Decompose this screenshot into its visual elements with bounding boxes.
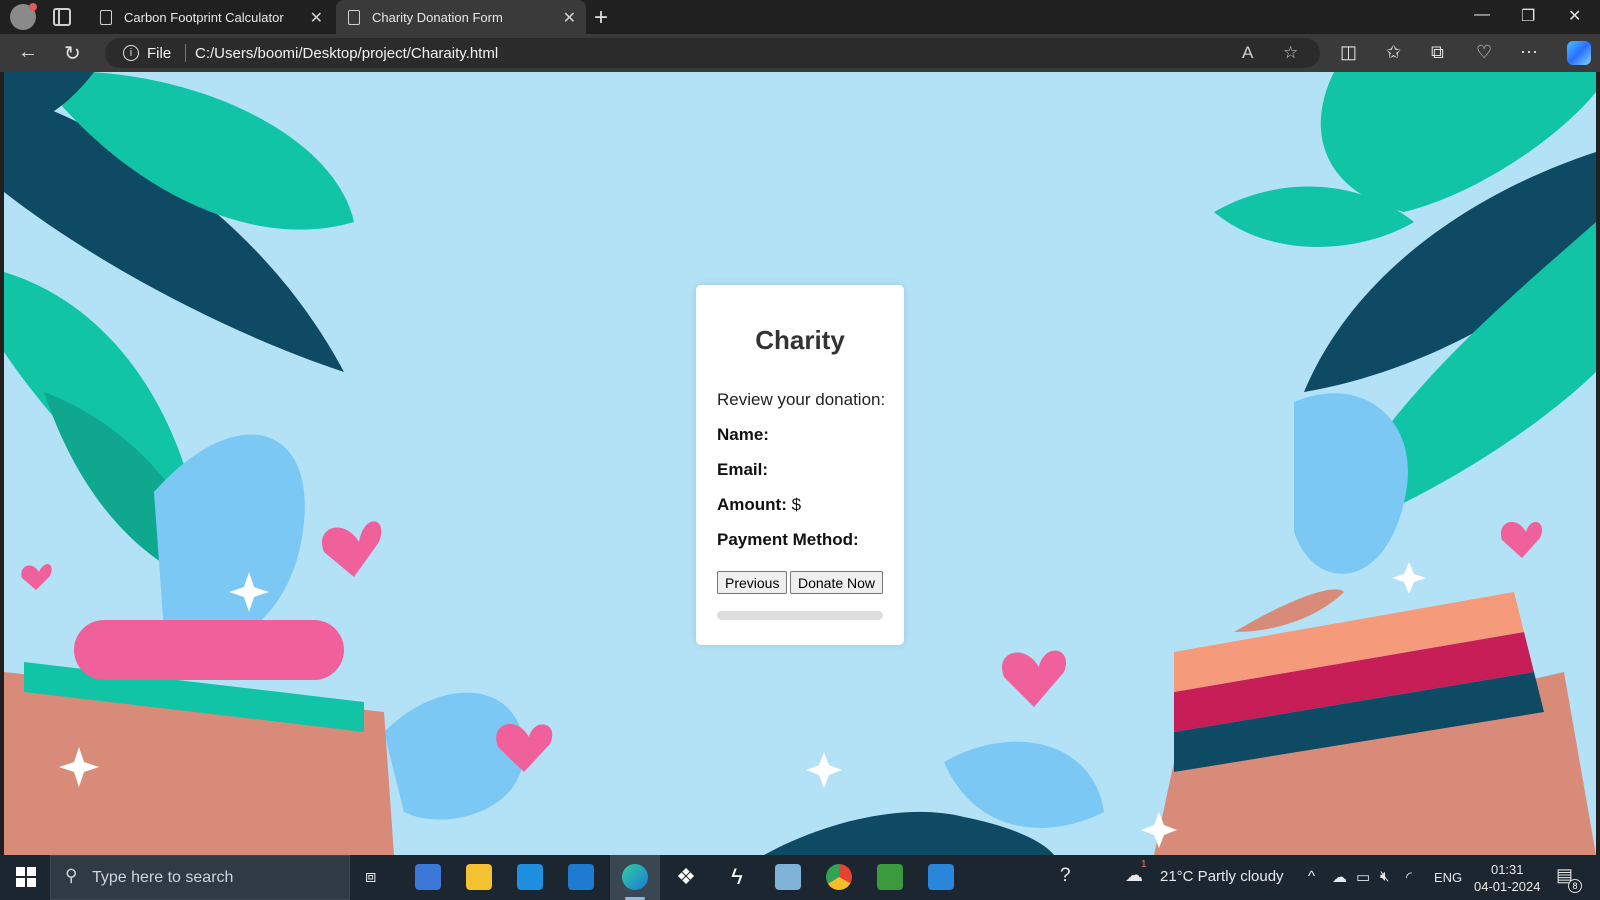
- task-view-icon[interactable]: ⧈: [365, 866, 376, 887]
- battery-icon[interactable]: ▭: [1356, 868, 1370, 886]
- close-window-icon[interactable]: ✕: [1568, 6, 1581, 26]
- weather-badge: 1: [1141, 859, 1147, 870]
- url-text[interactable]: C:/Users/boomi/Desktop/project/Charaity.…: [195, 45, 498, 62]
- mail-icon[interactable]: [517, 864, 543, 890]
- microsoft-store-icon[interactable]: [415, 864, 441, 890]
- app-cube-icon[interactable]: [877, 864, 903, 890]
- address-bar[interactable]: i File C:/Users/boomi/Desktop/project/Ch…: [105, 38, 1320, 68]
- edge-browser-icon[interactable]: [622, 864, 648, 890]
- collections-icon[interactable]: ⧉: [1431, 42, 1444, 63]
- browser-toolbar: ← ↻ i File C:/Users/boomi/Desktop/projec…: [0, 34, 1600, 72]
- weather-text[interactable]: 21°C Partly cloudy: [1160, 868, 1284, 885]
- chrome-icon[interactable]: [826, 864, 852, 890]
- donate-now-button[interactable]: Donate Now: [790, 571, 884, 594]
- file-explorer-icon[interactable]: [466, 864, 492, 890]
- payment-method-label: Payment Method:: [717, 530, 859, 549]
- read-aloud-icon[interactable]: A: [1242, 43, 1253, 63]
- browser-essentials-icon[interactable]: ♡: [1476, 42, 1492, 63]
- amount-row: Amount: $: [717, 495, 801, 515]
- wifi-icon[interactable]: ◜: [1406, 868, 1412, 886]
- payment-method-row: Payment Method:: [717, 530, 859, 550]
- search-placeholder: Type here to search: [92, 869, 234, 886]
- amount-value: $: [791, 495, 802, 514]
- donation-review-card: Charity Review your donation: Name: Emai…: [696, 285, 904, 645]
- new-tab-icon[interactable]: +: [594, 4, 608, 32]
- vscode-icon[interactable]: [568, 864, 594, 890]
- tab-charity-donation[interactable]: Charity Donation Form ✕: [336, 0, 586, 34]
- name-label: Name:: [717, 425, 769, 444]
- tab-carbon-footprint[interactable]: Carbon Footprint Calculator ✕: [88, 0, 333, 34]
- help-icon[interactable]: ?: [1060, 865, 1071, 887]
- language-indicator[interactable]: ENG: [1434, 870, 1462, 885]
- close-tab-icon[interactable]: ✕: [563, 8, 576, 28]
- taskbar-search-box[interactable]: ⚲ Type here to search: [50, 855, 350, 900]
- name-row: Name:: [717, 425, 769, 445]
- notification-count: 8: [1568, 879, 1582, 893]
- email-row: Email:: [717, 460, 768, 480]
- more-options-icon[interactable]: ⋯: [1520, 42, 1538, 63]
- app-notepad-icon[interactable]: [775, 864, 801, 890]
- restore-icon[interactable]: ❐: [1521, 6, 1535, 26]
- volume-muted-icon[interactable]: 🔇︎: [1380, 868, 1389, 885]
- tab-title: Charity Donation Form: [372, 9, 503, 25]
- app-bolt-icon[interactable]: ϟ: [724, 864, 750, 890]
- review-instruction: Review your donation:: [717, 390, 886, 409]
- scheme-label: File: [147, 45, 172, 62]
- tab-title: Carbon Footprint Calculator: [124, 9, 284, 25]
- page-viewport: Charity Review your donation: Name: Emai…: [4, 72, 1596, 855]
- windows-taskbar: ⚲ Type here to search ⧈ ❖ ϟ ? ☁ 1 21°C P…: [0, 855, 1600, 900]
- amount-label: Amount:: [717, 495, 787, 514]
- page-title: Charity: [755, 325, 845, 355]
- split-screen-icon[interactable]: ◫: [1340, 42, 1357, 63]
- tab-actions-icon[interactable]: [53, 8, 71, 26]
- app-remote-desktop-icon[interactable]: [928, 864, 954, 890]
- show-hidden-icons-icon[interactable]: ^: [1308, 868, 1315, 885]
- browser-titlebar: Carbon Footprint Calculator ✕ Charity Do…: [0, 0, 1600, 34]
- dropbox-icon[interactable]: ❖: [673, 864, 699, 890]
- page-icon: [348, 9, 360, 25]
- page-icon: [100, 9, 112, 25]
- onedrive-icon[interactable]: ☁: [1332, 868, 1347, 886]
- clock[interactable]: 01:31 04-01-2024: [1474, 861, 1541, 895]
- close-tab-icon[interactable]: ✕: [310, 8, 323, 28]
- clock-time: 01:31: [1490, 862, 1524, 877]
- windows-start-icon[interactable]: [16, 867, 36, 887]
- divider: [185, 44, 186, 62]
- info-icon[interactable]: i: [123, 45, 139, 61]
- search-icon: ⚲: [65, 866, 78, 885]
- copilot-icon[interactable]: [1567, 41, 1591, 65]
- profile-avatar-icon[interactable]: [10, 3, 37, 30]
- previous-button[interactable]: Previous: [717, 571, 788, 594]
- progress-bar: [717, 611, 883, 620]
- favorites-icon[interactable]: ✩: [1386, 42, 1401, 63]
- email-label: Email:: [717, 460, 769, 479]
- clock-date: 04-01-2024: [1474, 879, 1541, 894]
- back-arrow-icon[interactable]: ←: [18, 41, 38, 64]
- minimize-icon[interactable]: —: [1474, 6, 1490, 24]
- favorite-star-icon[interactable]: ☆: [1283, 43, 1298, 63]
- refresh-icon[interactable]: ↻: [64, 41, 81, 66]
